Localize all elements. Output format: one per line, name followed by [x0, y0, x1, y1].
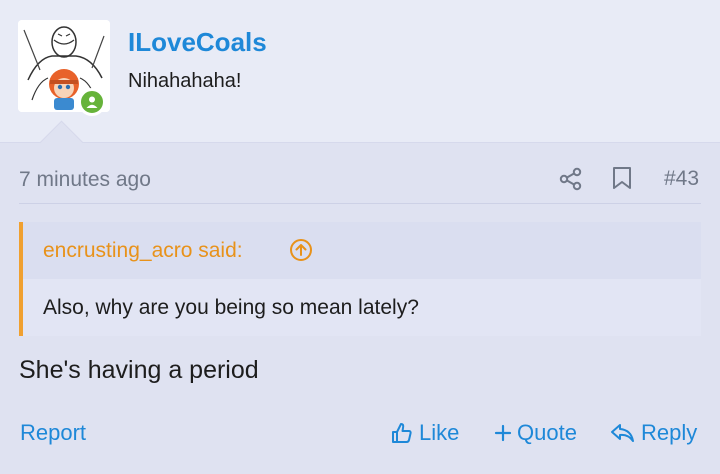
post-number-link[interactable]: #43 [664, 167, 699, 191]
quote-header: encrusting_acro said: [23, 222, 701, 279]
quote-button[interactable]: Quote [494, 420, 577, 446]
online-status-icon [78, 88, 106, 116]
quote-author-link[interactable]: encrusting_acro said: [43, 239, 243, 263]
post-timestamp[interactable]: 7 minutes ago [19, 168, 151, 192]
thumbs-up-icon [392, 423, 412, 443]
plus-icon [494, 424, 512, 442]
user-block: ILoveCoals Nihahahaha! [0, 0, 720, 143]
reply-button[interactable]: Reply [610, 420, 697, 446]
like-button[interactable]: Like [390, 420, 459, 446]
bookmark-icon[interactable] [610, 165, 634, 191]
share-icon[interactable] [558, 166, 584, 192]
arrow-up-circle-icon[interactable] [289, 238, 313, 262]
quote-label: Quote [517, 420, 577, 445]
quote-text: Also, why are you being so mean lately? [43, 296, 419, 319]
post-message: She's having a period [19, 356, 259, 384]
report-link[interactable]: Report [20, 420, 86, 446]
like-label: Like [419, 420, 460, 445]
reply-label: Reply [641, 420, 698, 445]
user-title: Nihahahaha! [128, 70, 242, 92]
post-meta: 7 minutes ago #43 [0, 160, 720, 200]
username-link[interactable]: ILoveCoals [128, 27, 267, 58]
divider [19, 203, 701, 204]
report-label: Report [20, 420, 87, 445]
quote-block: encrusting_acro said: Also, why are you … [19, 222, 701, 336]
reply-icon [611, 424, 634, 442]
